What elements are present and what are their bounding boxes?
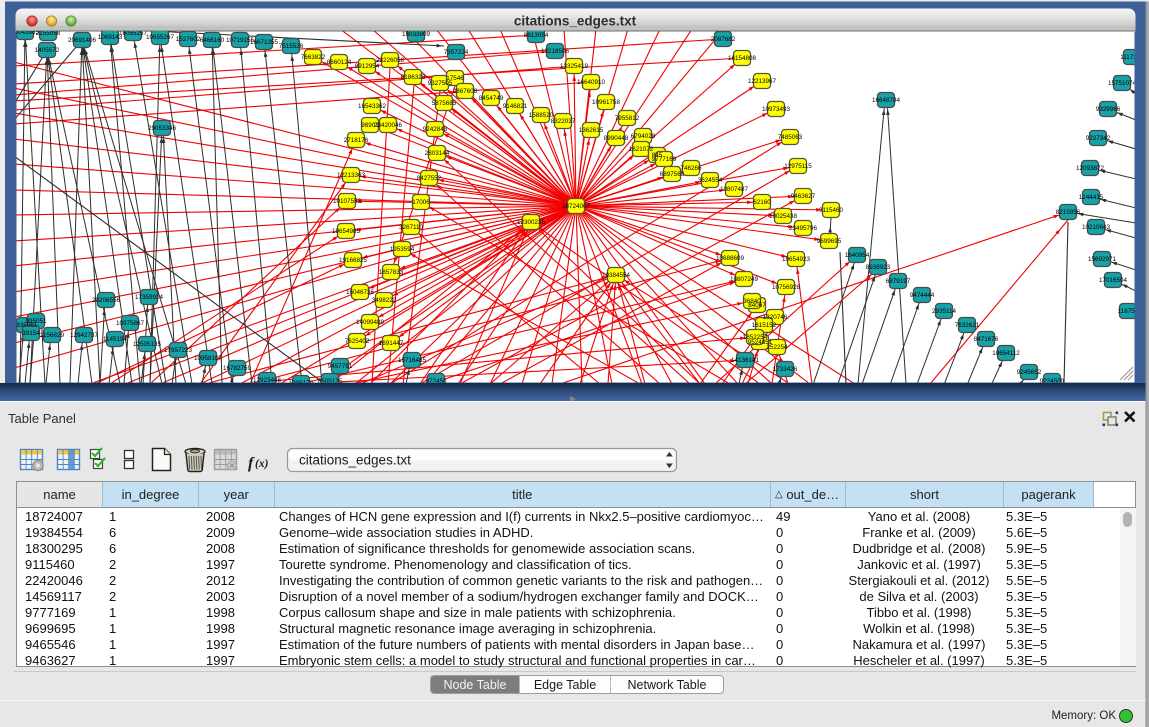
svg-text:(x): (x) xyxy=(255,458,269,470)
svg-text:citations_edges.txt: citations_edges.txt xyxy=(299,453,411,468)
svg-text:Table Panel: Table Panel xyxy=(8,411,76,426)
